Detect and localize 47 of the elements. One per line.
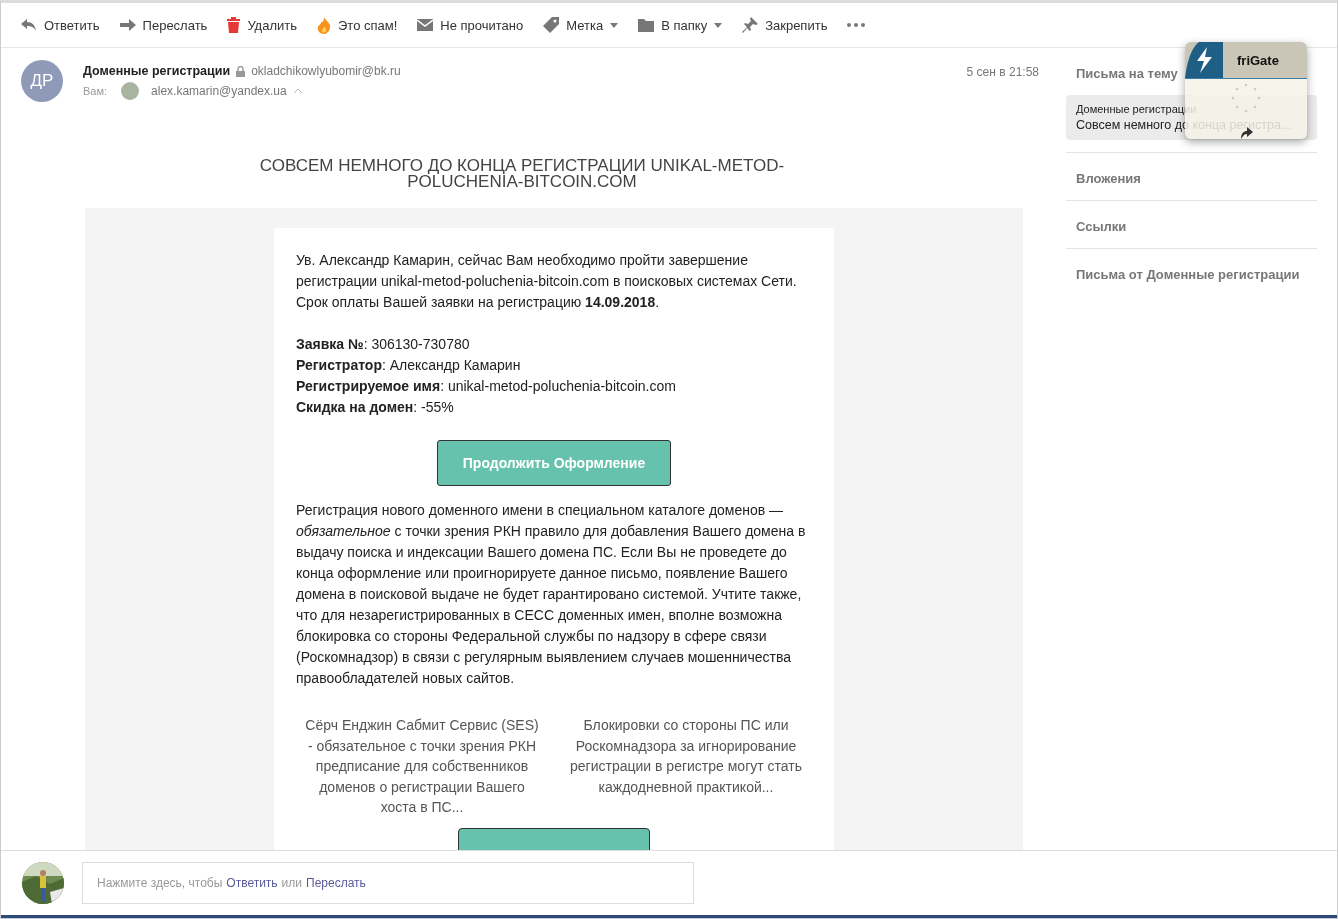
intro-paragraph: Ув. Александр Камарин, сейчас Вам необходимо пройти завершение регистрации unikal-metod-poluchenia-bitcoin.com в поисковых системах Сети. Срок оплаты Вашей заявки на регистрацию 14.09.2018. — [296, 251, 798, 312]
toolbar-button[interactable]: Не прочитано — [409, 13, 532, 37]
toolbar-button[interactable]: Ответить — [13, 13, 108, 37]
message-date: 5 сен в 21:58 — [966, 65, 1039, 79]
frigate-title: friGate — [1237, 52, 1279, 68]
detail-line: Регистрируемое имя: unikal-metod-poluchenia-bitcoin.com — [296, 377, 677, 396]
sender-avatar: ДР — [21, 60, 63, 102]
info-column: Сёрч Енджин Сабмит Сервис (SES) - обязательное с точки зрения РКН предписание для собственников доменов о регистрации Вашего хоста в ПС... — [302, 715, 542, 818]
folder-icon — [638, 18, 655, 32]
toolbar-button[interactable]: Закрепить — [734, 13, 836, 37]
lightning-logo-icon — [1185, 42, 1223, 78]
body-paragraph: Регистрация нового доменного имени в специальном каталоге доменов — обязательное с точки зрения РКН правило для добавления Вашего домена в выдачу поиска и индексации Вашего домена ПС. Если Вы не проведете до конца оформление или проигнорируете данное письмо, появление Вашего домена в поисковой выдаче не будет гарантировано системой. Учтите также, что для незарегистрированных в СЕСС доменных имен, вполне возможна блокировка со стороны Федеральной службы по надзору в сфере связи (Роскомнадзор) в связи с регулярным выявлением случаев мошенничества правообладателей новых сайтов. — [296, 501, 807, 688]
sidebar-section[interactable]: Вложения — [1066, 152, 1317, 200]
forward-link[interactable]: Переслать — [306, 876, 366, 890]
pin-icon — [742, 17, 759, 33]
reply-hint: или — [281, 876, 303, 890]
caret-icon — [714, 22, 723, 28]
toolbar-button[interactable]: Переслать — [111, 13, 216, 37]
recipient-label: Вам: — [83, 85, 108, 97]
toolbar-button[interactable]: В папку — [630, 13, 731, 37]
reply-link[interactable]: Ответить — [226, 876, 278, 890]
sender-email: okladchikowlyubomir@bk.ru — [251, 64, 401, 78]
recipient-email[interactable]: alex.kamarin@yandex.ua — [151, 84, 287, 98]
spinner-icon — [1231, 83, 1261, 113]
toolbar-button[interactable]: Удалить — [219, 13, 305, 37]
flame-icon — [317, 16, 331, 34]
detail-line: Скидка на домен: -55% — [296, 398, 455, 417]
lock-icon — [236, 65, 246, 77]
recipient-avatar — [121, 82, 140, 100]
toolbar-button[interactable]: Это спам! — [309, 12, 406, 38]
toolbar-button[interactable]: Метка — [535, 13, 627, 37]
arrow-right-icon — [119, 19, 136, 31]
sidebar-section[interactable]: Письма от Доменные регистрации — [1066, 248, 1317, 296]
reply-field[interactable]: Нажмите здесь, чтобы Ответить или Переслать — [82, 862, 694, 904]
detail-line: Регистратор: Александр Камарин — [296, 356, 522, 375]
more-icon — [847, 23, 866, 27]
tag-icon — [543, 17, 560, 33]
sender-name[interactable]: Доменные регистрации — [83, 64, 231, 78]
detail-line: Заявка №: 306130-730780 — [296, 335, 471, 354]
trash-icon — [227, 17, 241, 33]
envelope-icon — [417, 19, 434, 31]
email-title: СОВСЕМ НЕМНОГО ДО КОНЦА РЕГИСТРАЦИИ UNIKAL-METOD-POLUCHENIA-BITCOIN.COM — [258, 158, 786, 190]
caret-icon — [610, 22, 619, 28]
reply-icon — [21, 18, 37, 32]
sidebar-section[interactable]: Ссылки — [1066, 200, 1317, 248]
info-column: Блокировки со стороны ПС или Роскомнадзора за игнорирование регистрации в регистре могут стать каждодневной практикой... — [566, 715, 806, 818]
reply-hint: Нажмите здесь, чтобы — [97, 876, 223, 890]
